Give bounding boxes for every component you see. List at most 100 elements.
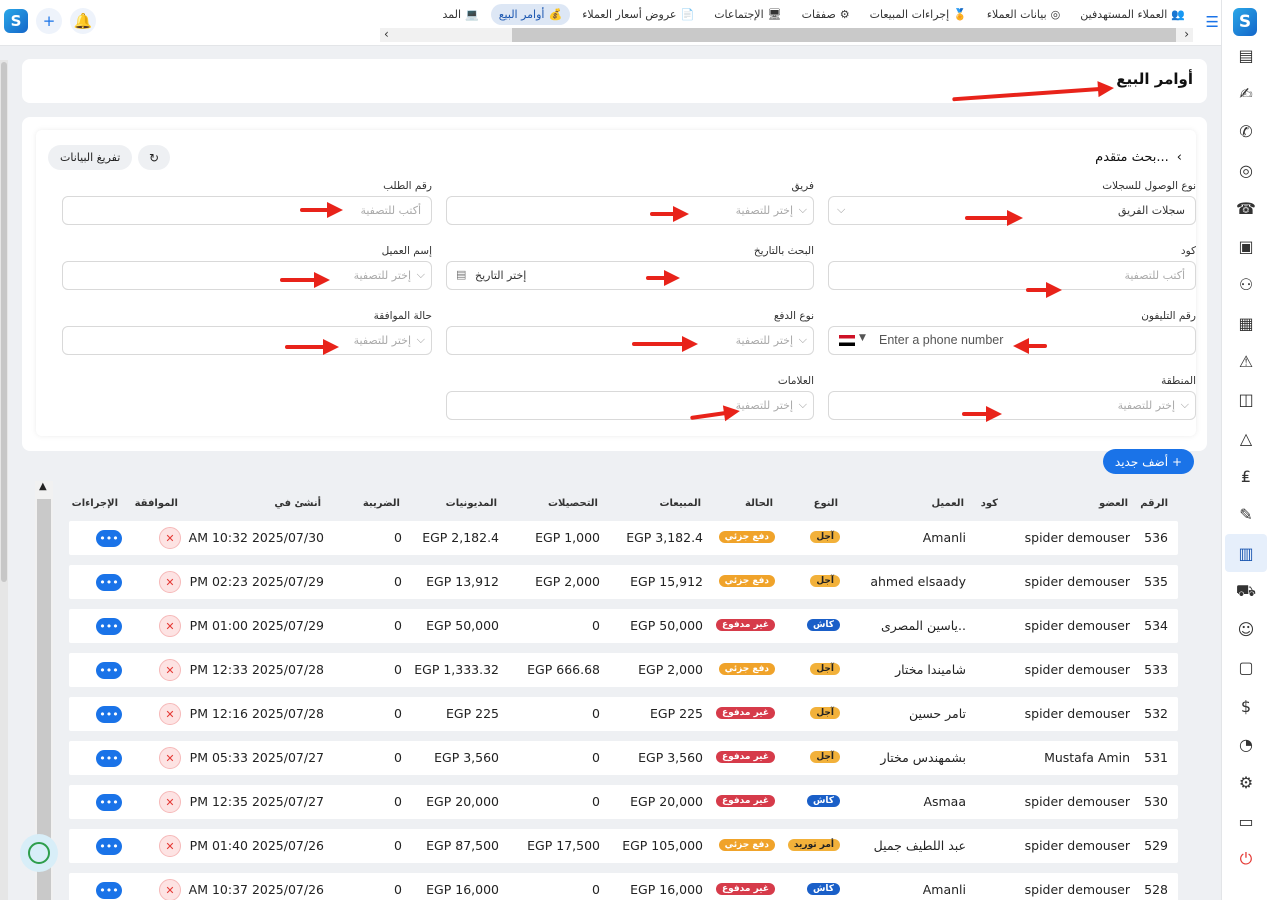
- clear-data-button[interactable]: تفريغ البيانات: [48, 145, 133, 170]
- tab-scrollbar-thumb[interactable]: [512, 28, 1176, 42]
- reject-icon[interactable]: ✕: [159, 747, 181, 769]
- header-collections[interactable]: التحصيلات: [548, 498, 598, 509]
- user-icon[interactable]: ☺: [1221, 610, 1271, 648]
- header-sales[interactable]: المبيعات: [660, 498, 702, 509]
- table-row[interactable]: 533 spider demouser شاميندا مختار EGP 2,000…: [69, 653, 1178, 687]
- annotation-arrow: [646, 270, 680, 286]
- actions-button[interactable]: •••: [96, 750, 122, 767]
- scroll-left-icon[interactable]: ‹: [384, 27, 389, 41]
- table-row[interactable]: 534 spider demouser ياسين المصرى.. EGP 50,0…: [69, 609, 1178, 643]
- tab-1[interactable]: ◎ بيانات العملاء: [979, 4, 1068, 25]
- report-icon[interactable]: ◔: [1221, 725, 1271, 763]
- telephone-icon[interactable]: ☎: [1221, 189, 1271, 227]
- scroll-right-icon[interactable]: ›: [1184, 27, 1189, 41]
- table-row[interactable]: 530 spider demouser Asmaa EGP 20,000 0 EGP 20…: [69, 785, 1178, 819]
- sales-order-icon[interactable]: ▥: [1225, 533, 1267, 573]
- header-status[interactable]: الحالة: [745, 498, 773, 509]
- add-new-button[interactable]: أضف جديد +: [1103, 449, 1194, 474]
- payment-type-select[interactable]: ⌵ إختر للتصفية: [446, 326, 814, 355]
- actions-button[interactable]: •••: [96, 882, 122, 899]
- approval-status-select[interactable]: ⌵ إختر للتصفية: [62, 326, 432, 355]
- reject-icon[interactable]: ✕: [159, 879, 181, 900]
- tab-3[interactable]: ⚙ صفقات: [794, 4, 858, 25]
- pen-icon[interactable]: ✎: [1221, 496, 1271, 534]
- camera-icon[interactable]: ◫: [1221, 381, 1271, 419]
- tab-0[interactable]: 👥 العملاء المستهدفين: [1072, 4, 1193, 25]
- table-row[interactable]: 529 spider demouser عبد اللطيف جميل EGP 105…: [69, 829, 1178, 863]
- header-approval[interactable]: الموافقة: [135, 498, 178, 509]
- document-icon[interactable]: ▤: [1221, 36, 1271, 74]
- delivery-icon[interactable]: ⛟: [1221, 572, 1271, 610]
- header-debts[interactable]: المديونيات: [446, 498, 497, 509]
- table-row[interactable]: 532 spider demouser تامر حسين EGP 225 0 EGP 2…: [69, 697, 1178, 731]
- warning-icon[interactable]: ⚠: [1221, 342, 1271, 380]
- header-tax[interactable]: الضريبة: [363, 498, 400, 509]
- refresh-button[interactable]: ↻: [138, 145, 170, 170]
- signature-icon[interactable]: ✍: [1221, 74, 1271, 112]
- target-icon[interactable]: ◎: [1221, 151, 1271, 189]
- cash-icon[interactable]: ▦: [1221, 304, 1271, 342]
- order-number-input[interactable]: أكتب للتصفية: [62, 196, 432, 225]
- table-row[interactable]: 528 spider demouser Amanli EGP 16,000 0 EGP 1…: [69, 873, 1178, 900]
- header-type[interactable]: النوع: [814, 498, 838, 509]
- calendar-add-icon[interactable]: ▣: [1221, 227, 1271, 265]
- app-logo-icon[interactable]: S: [4, 9, 28, 33]
- add-icon[interactable]: +: [36, 8, 62, 34]
- header-client[interactable]: العميل: [931, 498, 964, 509]
- header-created[interactable]: أنشئ في: [274, 498, 321, 509]
- reject-icon[interactable]: ✕: [159, 835, 181, 857]
- tab-5[interactable]: 📄 عروض أسعار العملاء: [574, 4, 702, 25]
- table-row[interactable]: 536 spider demouser Amanli EGP 3,182.4 EGP 1…: [69, 521, 1178, 555]
- actions-button[interactable]: •••: [96, 530, 122, 547]
- region-select[interactable]: ⌵ إختر للتصفية: [828, 391, 1196, 420]
- tab-7[interactable]: 💻 المد: [434, 4, 486, 25]
- header-number[interactable]: الرقم: [1140, 498, 1168, 509]
- mountain-icon[interactable]: △: [1221, 419, 1271, 457]
- tab-4[interactable]: 🖥 الإجتماعات: [706, 4, 789, 25]
- actions-button[interactable]: •••: [96, 618, 122, 635]
- table-row[interactable]: 535 spider demouser ahmed elsaady EGP 15,91…: [69, 565, 1178, 599]
- country-chevron-icon[interactable]: ▼: [859, 333, 866, 343]
- header-member[interactable]: العضو: [1099, 498, 1128, 509]
- actions-button[interactable]: •••: [96, 794, 122, 811]
- reject-icon[interactable]: ✕: [159, 659, 181, 681]
- invoice-icon[interactable]: ₤: [1221, 457, 1271, 495]
- actions-button[interactable]: •••: [96, 838, 122, 855]
- page-scrollbar[interactable]: [0, 60, 8, 900]
- client-name-select[interactable]: ⌵ إختر للتصفية: [62, 261, 432, 290]
- advanced-search-toggle[interactable]: ‹ بحث متقدم...: [1095, 150, 1182, 165]
- actions-button[interactable]: •••: [96, 574, 122, 591]
- scroll-up-icon[interactable]: ▲: [39, 481, 47, 492]
- header-code[interactable]: كود: [981, 498, 998, 509]
- date-picker[interactable]: ▤ إختر التاريخ: [446, 261, 814, 290]
- header-actions[interactable]: الإجراءات: [72, 498, 118, 509]
- reject-icon[interactable]: ✕: [159, 703, 181, 725]
- reject-icon[interactable]: ✕: [159, 615, 181, 637]
- loading-widget[interactable]: [20, 834, 58, 872]
- page-scrollbar-thumb[interactable]: [1, 62, 7, 582]
- code-input[interactable]: أكتب للتصفية: [828, 261, 1196, 290]
- team-select[interactable]: ⌵ إختر للتصفية: [446, 196, 814, 225]
- tags-select[interactable]: ⌵ إختر للتصفية: [446, 391, 814, 420]
- tab-scrollbar[interactable]: ‹ ›: [380, 27, 1193, 42]
- phone-input[interactable]: ▼ Enter a phone number: [828, 326, 1196, 355]
- reject-icon[interactable]: ✕: [159, 791, 181, 813]
- bell-icon[interactable]: 🔔: [70, 8, 96, 34]
- power-icon[interactable]: ⏻: [1221, 840, 1271, 878]
- group-icon[interactable]: ⚇: [1221, 266, 1271, 304]
- table-row[interactable]: 531 Mustafa Amin بشمهندس مختار EGP 3,560 0 EG…: [69, 741, 1178, 775]
- actions-button[interactable]: •••: [96, 706, 122, 723]
- menu-icon[interactable]: ☰: [1206, 13, 1219, 31]
- actions-button[interactable]: •••: [96, 662, 122, 679]
- reject-icon[interactable]: ✕: [159, 571, 181, 593]
- tab-6[interactable]: 💰 أوامر البيع: [490, 3, 571, 25]
- reject-icon[interactable]: ✕: [159, 527, 181, 549]
- money-icon[interactable]: $: [1221, 687, 1271, 725]
- tab-2[interactable]: 🏅 إجراءات المبيعات: [862, 4, 975, 25]
- egypt-flag-icon[interactable]: [839, 335, 855, 346]
- screen-icon[interactable]: ▭: [1221, 802, 1271, 840]
- gear-icon[interactable]: ⚙: [1221, 764, 1271, 802]
- product-icon[interactable]: ▢: [1221, 649, 1271, 687]
- phone-icon[interactable]: ✆: [1221, 113, 1271, 151]
- sidebar-logo-icon[interactable]: S: [1233, 8, 1257, 36]
